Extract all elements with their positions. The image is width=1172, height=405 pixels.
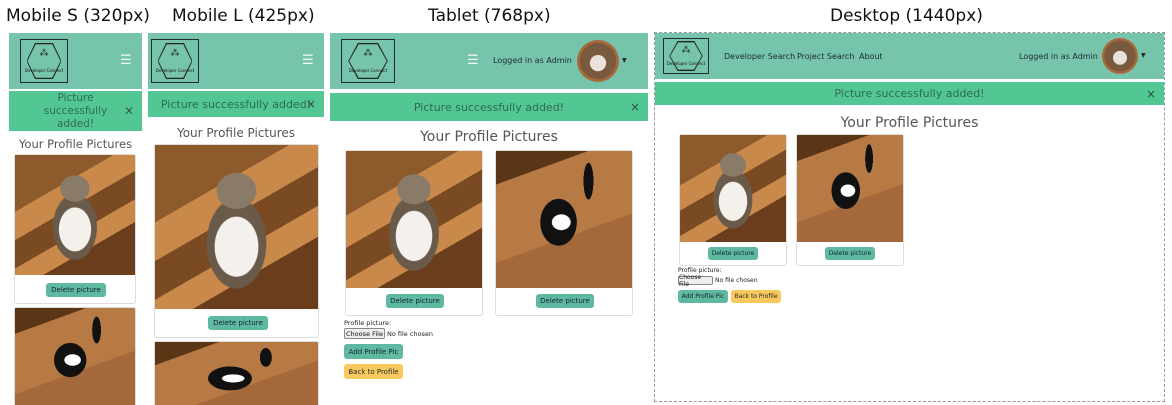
navbar: ⁂ Developer Connect ☰ xyxy=(148,33,324,89)
delete-picture-button[interactable]: Delete picture xyxy=(208,316,268,330)
delete-picture-button[interactable]: Delete picture xyxy=(386,294,444,308)
success-alert: Picture successfully added! × xyxy=(655,82,1164,105)
avatar[interactable] xyxy=(577,40,619,82)
molecule-icon: ⁂ xyxy=(363,48,373,59)
viewport-label-mobile-s: Mobile S (320px) xyxy=(6,6,150,26)
logged-in-text: Logged in as Admin xyxy=(493,56,572,65)
page-title: Your Profile Pictures xyxy=(420,129,558,145)
close-icon[interactable]: × xyxy=(124,104,134,118)
nav-link-about[interactable]: About xyxy=(859,52,883,61)
logo[interactable]: ⁂ Developer Connect xyxy=(663,38,709,74)
logo[interactable]: ⁂ Developer Connect xyxy=(341,39,395,83)
mobile-s-frame: ⁂ Developer Connect ☰ Picture successful… xyxy=(9,33,142,405)
page-title: Your Profile Pictures xyxy=(176,126,296,140)
hamburger-menu-icon[interactable]: ☰ xyxy=(467,54,479,67)
profile-picture-label: Profile picture: xyxy=(344,319,392,327)
profile-picture xyxy=(346,151,482,288)
desktop-frame: ⁂ Developer Connect Developer Search Pro… xyxy=(655,33,1164,401)
delete-picture-button[interactable]: Delete picture xyxy=(46,283,106,297)
hamburger-menu-icon[interactable]: ☰ xyxy=(302,54,314,67)
molecule-icon: ⁂ xyxy=(681,45,691,56)
logo[interactable]: ⁂ Developer Connect xyxy=(20,39,68,83)
add-profile-pic-button[interactable]: Add Profile Pic xyxy=(678,290,728,303)
mobile-l-frame: ⁂ Developer Connect ☰ Picture successful… xyxy=(148,33,324,405)
profile-picture xyxy=(15,155,135,275)
nav-link-project-search[interactable]: Project Search xyxy=(797,52,854,61)
add-profile-pic-button[interactable]: Add Profile Pic xyxy=(344,344,403,359)
profile-picture xyxy=(797,135,903,242)
file-status: No file chosen xyxy=(387,330,434,338)
file-status: No file chosen xyxy=(715,277,758,284)
delete-picture-button[interactable]: Delete picture xyxy=(536,294,594,308)
picture-card: Delete picture xyxy=(495,150,633,316)
delete-picture-button[interactable]: Delete picture xyxy=(825,247,875,260)
picture-card: Delete picture xyxy=(796,134,904,266)
avatar[interactable] xyxy=(1102,38,1138,74)
nav-link-developer-search[interactable]: Developer Search xyxy=(724,52,795,61)
success-alert: Picture successfully added! × xyxy=(330,93,648,121)
caret-down-icon[interactable]: ▼ xyxy=(1141,52,1146,59)
close-icon[interactable]: × xyxy=(630,100,640,114)
navbar: ⁂ Developer Connect ☰ Logged in as Admin… xyxy=(330,33,648,89)
delete-picture-button[interactable]: Delete picture xyxy=(708,247,758,260)
choose-file-button[interactable]: Choose File xyxy=(344,328,385,339)
success-alert: Picture successfully added! × xyxy=(148,91,324,117)
success-alert: Picture successfully added! × xyxy=(9,91,142,131)
choose-file-button[interactable]: Choose File xyxy=(678,274,713,288)
hamburger-menu-icon[interactable]: ☰ xyxy=(120,54,132,67)
viewport-label-desktop: Desktop (1440px) xyxy=(830,6,983,26)
caret-down-icon[interactable]: ▼ xyxy=(622,57,627,64)
picture-card: Delete picture xyxy=(345,150,483,316)
viewport-label-mobile-l: Mobile L (425px) xyxy=(172,6,315,26)
picture-card: Delete picture xyxy=(14,154,136,304)
picture-card: Delete picture xyxy=(154,144,319,338)
back-to-profile-button[interactable]: Back to Profile xyxy=(731,290,781,303)
logged-in-text: Logged in as Admin xyxy=(1019,52,1098,61)
viewport-label-tablet: Tablet (768px) xyxy=(428,6,551,26)
profile-picture xyxy=(15,308,135,405)
picture-card xyxy=(154,341,319,405)
picture-card xyxy=(14,307,136,405)
back-to-profile-button[interactable]: Back to Profile xyxy=(344,364,403,379)
profile-picture xyxy=(496,151,632,288)
profile-picture xyxy=(680,135,786,242)
navbar: ⁂ Developer Connect ☰ xyxy=(9,33,142,89)
close-icon[interactable]: × xyxy=(306,97,316,111)
profile-picture xyxy=(155,145,318,309)
molecule-icon: ⁂ xyxy=(39,48,49,59)
logo[interactable]: ⁂ Developer Connect xyxy=(151,39,199,83)
molecule-icon: ⁂ xyxy=(170,48,180,59)
picture-card: Delete picture xyxy=(679,134,787,266)
page-title: Your Profile Pictures xyxy=(840,115,979,131)
page-title: Your Profile Pictures xyxy=(18,137,133,151)
profile-picture xyxy=(155,342,318,405)
tablet-frame: ⁂ Developer Connect ☰ Logged in as Admin… xyxy=(330,33,648,405)
close-icon[interactable]: × xyxy=(1146,87,1156,101)
navbar: ⁂ Developer Connect Developer Search Pro… xyxy=(655,33,1164,79)
